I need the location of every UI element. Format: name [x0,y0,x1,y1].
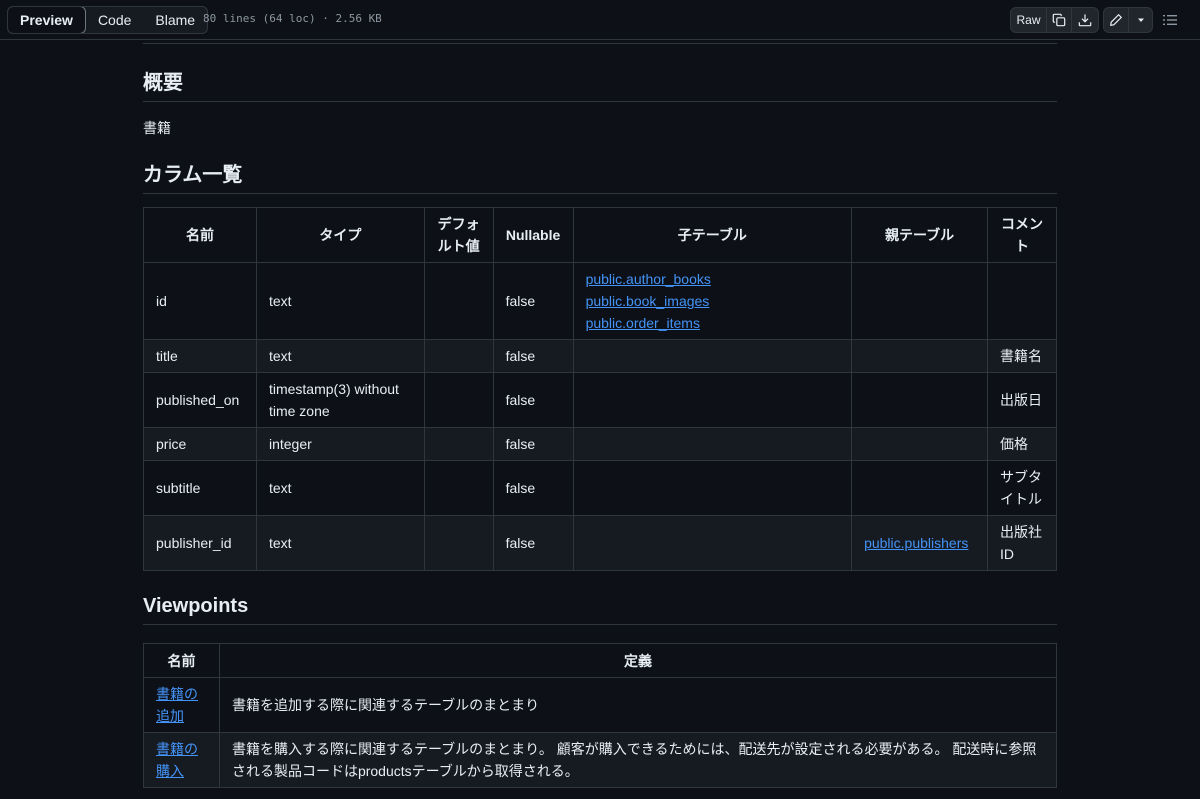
cell-children [572,339,853,373]
table-row: 書籍の購入 書籍を購入する際に関連するテーブルのまとまり。 顧客が購入できるため… [143,732,1058,788]
cell-default [423,460,494,516]
cell-default [423,427,494,461]
cell-type: text [255,515,425,571]
tab-preview[interactable]: Preview [8,7,86,33]
cell-default [423,515,494,571]
cell-nullable: false [492,515,574,571]
overview-text: 書籍 [143,120,171,136]
cell-children [572,515,853,571]
cell-parent [851,262,989,340]
tab-code[interactable]: Code [86,7,143,33]
table-row: id text false public.author_books public… [143,262,1057,340]
cell-viewpoint-name: 書籍の購入 [143,732,220,788]
file-info: 80 lines (64 loc) · 2.56 KB [203,12,382,25]
cell-name: id [143,262,257,340]
cell-parent [851,427,989,461]
cell-parent [851,339,989,373]
triangle-down-icon [1137,18,1144,22]
column-header: コメント [987,207,1057,263]
table-row: title text false 書籍名 [143,339,1057,373]
link-viewpoint-purchase-book[interactable]: 書籍の購入 [156,741,198,779]
outline-list-icon[interactable] [1162,12,1178,28]
cell-comment: 出版日 [987,372,1057,428]
edit-actions-group [1103,7,1153,33]
cell-children: public.author_books public.book_images p… [572,262,853,340]
column-header: デフォルト値 [423,207,494,263]
column-header: タイプ [255,207,425,263]
overview-heading: 概要 [143,66,1057,102]
cell-viewpoint-name: 書籍の追加 [143,677,220,733]
cell-type: text [255,339,425,373]
link-publishers[interactable]: public.publishers [864,535,968,551]
copy-icon [1052,13,1066,27]
edit-dropdown-button[interactable] [1129,8,1152,32]
cell-name: price [143,427,257,461]
viewpoints-heading: Viewpoints [143,595,1057,625]
table-header-row: 名前 定義 [143,643,1058,678]
cell-parent: public.publishers [851,515,989,571]
link-viewpoint-add-book[interactable]: 書籍の追加 [156,686,198,724]
file-toolbar: Preview Code Blame 80 lines (64 loc) · 2… [0,0,1200,40]
cell-comment: 書籍名 [987,339,1057,373]
pencil-icon [1110,13,1123,26]
cell-nullable: false [492,427,574,461]
cell-comment [987,262,1057,340]
cell-comment: 価格 [987,427,1057,461]
cell-children [572,427,853,461]
raw-button[interactable]: Raw [1011,8,1047,32]
cell-parent [851,460,989,516]
table-header-row: 名前 タイプ デフォルト値 Nullable 子テーブル 親テーブル コメント [143,207,1057,263]
table-row: published_on timestamp(3) without time z… [143,372,1057,428]
cell-viewpoint-definition: 書籍を追加する際に関連するテーブルのまとまり [218,677,1058,733]
column-header: 子テーブル [572,207,853,263]
column-header: 親テーブル [851,207,989,263]
table-row: 書籍の追加 書籍を追加する際に関連するテーブルのまとまり [143,677,1058,733]
link-book-images[interactable]: public.book_images [586,293,710,309]
cell-parent [851,372,989,428]
column-header: 定義 [218,643,1058,678]
tab-blame[interactable]: Blame [143,7,207,33]
download-button[interactable] [1072,8,1098,32]
cell-nullable: false [492,460,574,516]
cell-type: timestamp(3) without time zone [255,372,425,428]
cell-name: subtitle [143,460,257,516]
cell-children [572,460,853,516]
column-header: 名前 [143,643,220,678]
raw-actions-group: Raw [1010,7,1099,33]
edit-button[interactable] [1104,8,1129,32]
cell-type: text [255,460,425,516]
view-mode-segmented-control: Preview Code Blame [7,6,209,34]
link-author-books[interactable]: public.author_books [586,271,711,287]
column-header: Nullable [492,207,574,263]
cell-default [423,372,494,428]
link-order-items[interactable]: public.order_items [586,315,700,331]
columns-heading: カラム一覧 [143,158,1057,194]
copy-button[interactable] [1047,8,1072,32]
cell-nullable: false [492,339,574,373]
cell-comment: サブタイトル [987,460,1057,516]
cell-type: text [255,262,425,340]
table-row: subtitle text false サブタイトル [143,460,1057,516]
viewpoints-table: 名前 定義 書籍の追加 書籍を追加する際に関連するテーブルのまとまり 書籍の購入… [143,643,1058,788]
cell-name: title [143,339,257,373]
cell-comment: 出版社ID [987,515,1057,571]
cell-nullable: false [492,262,574,340]
cell-nullable: false [492,372,574,428]
columns-table: 名前 タイプ デフォルト値 Nullable 子テーブル 親テーブル コメント … [143,207,1057,571]
cell-default [423,262,494,340]
table-row: publisher_id text false public.publisher… [143,515,1057,571]
column-header: 名前 [143,207,257,263]
cell-name: publisher_id [143,515,257,571]
cell-children [572,372,853,428]
cell-name: published_on [143,372,257,428]
cell-default [423,339,494,373]
download-icon [1078,14,1092,27]
cell-viewpoint-definition: 書籍を購入する際に関連するテーブルのまとまり。 顧客が購入できるためには、配送先… [218,732,1058,788]
divider [143,43,1057,44]
table-row: price integer false 価格 [143,427,1057,461]
cell-type: integer [255,427,425,461]
